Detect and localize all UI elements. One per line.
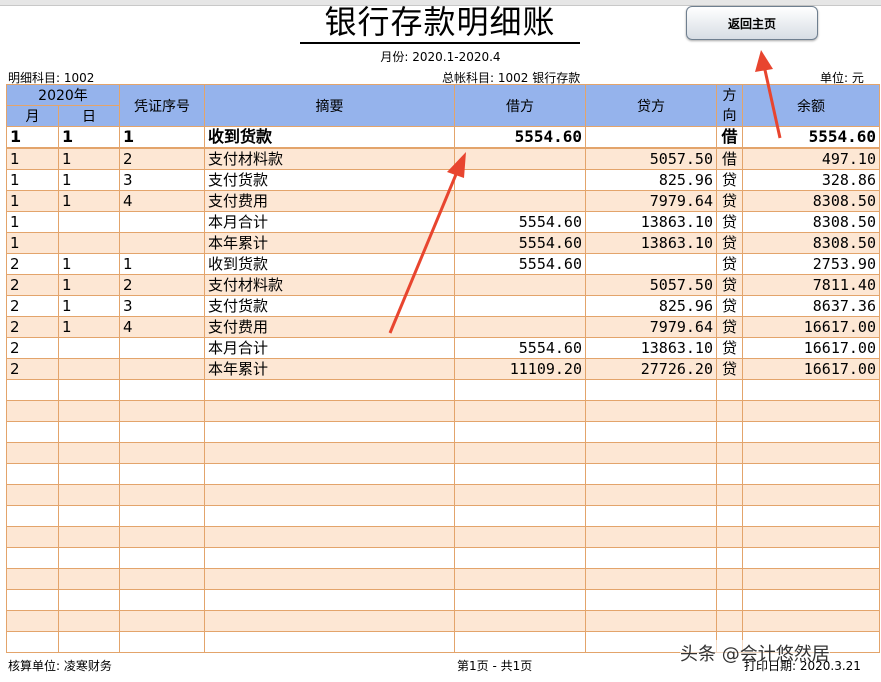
arrow-head-1	[447, 152, 466, 178]
arrow-head-2	[755, 50, 773, 72]
arrow-to-opening-row	[388, 171, 459, 334]
arrow-to-return-button	[763, 69, 782, 139]
annotation-arrows	[388, 50, 782, 334]
